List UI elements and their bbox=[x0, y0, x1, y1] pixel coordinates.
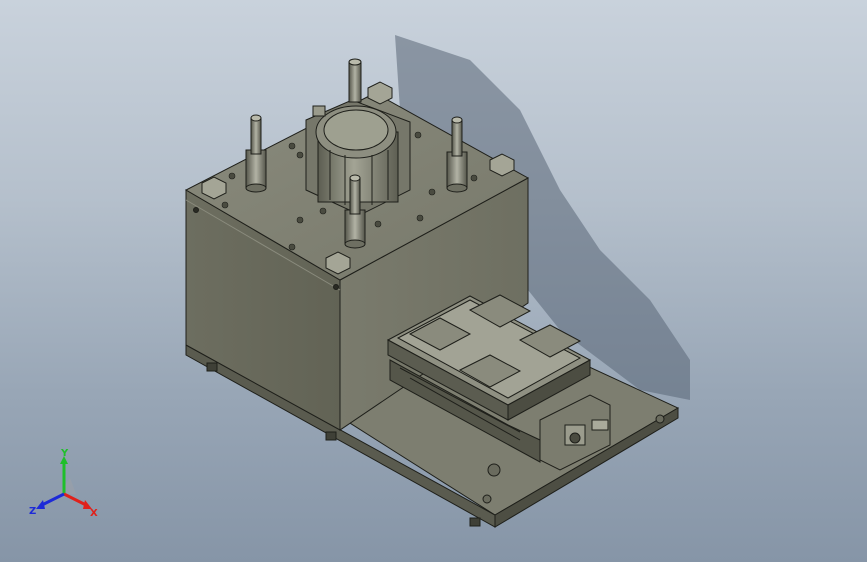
cad-model[interactable] bbox=[0, 0, 867, 562]
axis-triad-graphic: Y X Z bbox=[29, 448, 98, 519]
triad-base-icon bbox=[58, 478, 76, 494]
x-axis-label: X bbox=[90, 508, 98, 519]
axis-triad: Y X Z bbox=[28, 448, 108, 524]
graphics-viewport[interactable]: Y X Z bbox=[0, 0, 867, 562]
z-axis-label: Z bbox=[29, 506, 36, 517]
y-axis-label: Y bbox=[60, 448, 69, 459]
